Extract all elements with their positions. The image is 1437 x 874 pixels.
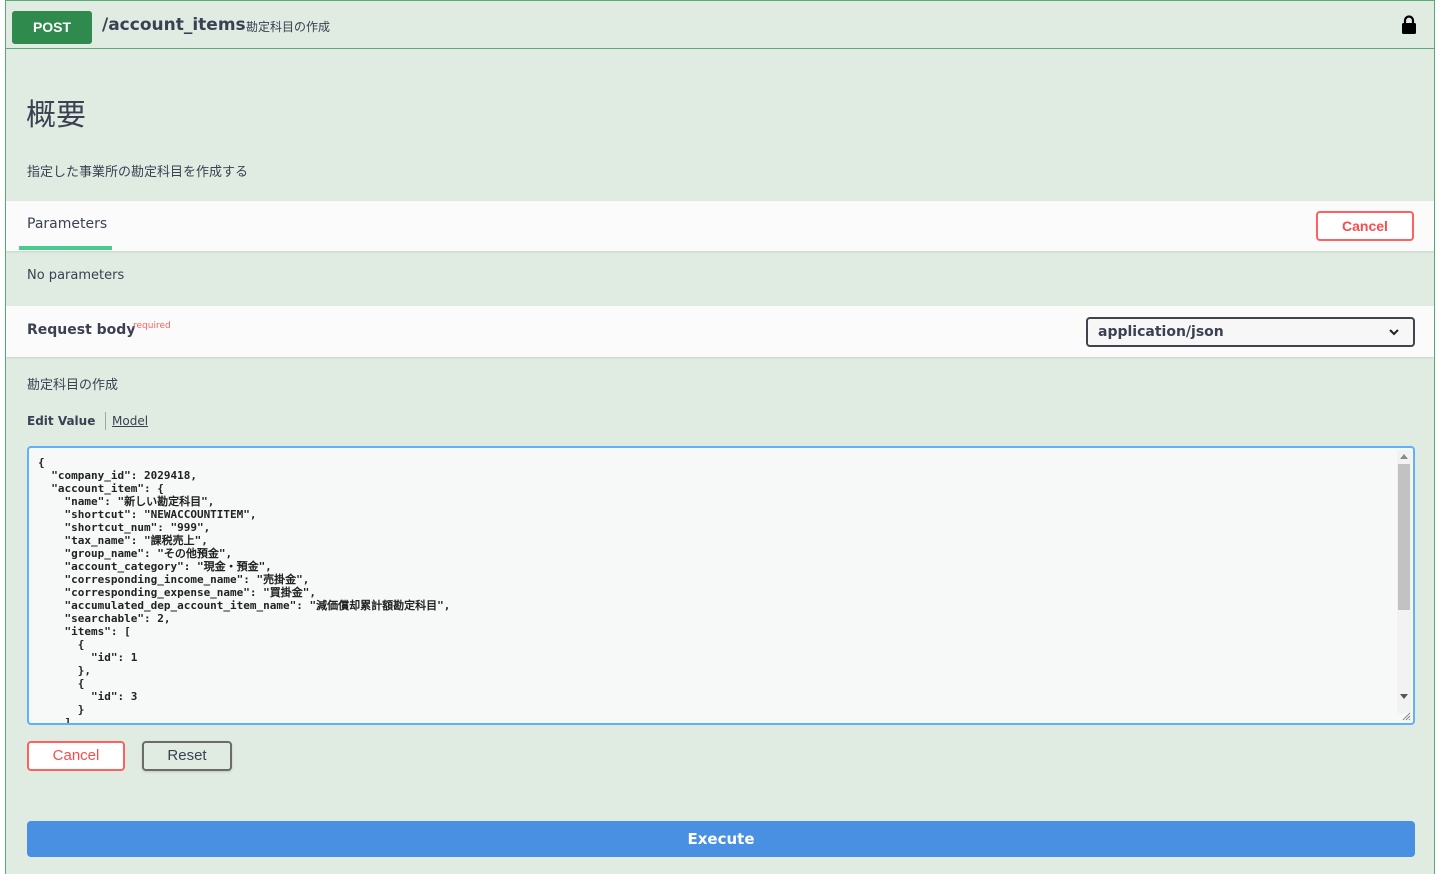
content-type-select[interactable]: application/json (1086, 317, 1415, 347)
tab-edit-value[interactable]: Edit Value (27, 414, 95, 428)
no-parameters-text: No parameters (27, 268, 125, 283)
parameters-header (6, 201, 1434, 251)
tab-active-indicator (19, 246, 112, 250)
execute-button[interactable]: Execute (27, 821, 1415, 857)
tab-divider (105, 412, 106, 430)
scrollbar-thumb[interactable] (1398, 464, 1410, 610)
required-marker: required (133, 321, 171, 331)
request-body-description: 勘定科目の作成 (27, 378, 119, 393)
reset-button[interactable]: Reset (142, 741, 232, 771)
cancel-try-button[interactable]: Cancel (1316, 211, 1414, 241)
operation-block: POST /account_items 勘定科目の作成 概要 指定した事業所の勘… (5, 0, 1435, 874)
tab-model[interactable]: Model (112, 414, 148, 428)
scroll-up-arrow-icon[interactable] (1400, 453, 1408, 459)
cancel-edit-button[interactable]: Cancel (27, 741, 125, 771)
operation-summary-text: 勘定科目の作成 (246, 20, 331, 34)
lock-icon[interactable] (1400, 15, 1418, 35)
scroll-down-arrow-icon[interactable] (1400, 694, 1408, 700)
page-description: 指定した事業所の勘定科目を作成する (27, 165, 249, 180)
request-body-label: Request body (27, 322, 136, 338)
content-type-value: application/json (1098, 324, 1224, 340)
operation-path: /account_items (102, 15, 246, 35)
method-badge: POST (12, 11, 92, 44)
page-title: 概要 (26, 98, 86, 133)
chevron-down-icon (1389, 329, 1399, 336)
resize-handle-icon[interactable] (1401, 711, 1411, 721)
request-body-editor[interactable]: { "company_id": 2029418, "account_item":… (27, 446, 1415, 725)
request-body-textarea[interactable]: { "company_id": 2029418, "account_item":… (38, 456, 1388, 723)
operation-summary[interactable]: POST /account_items 勘定科目の作成 (6, 0, 1434, 49)
tab-parameters[interactable]: Parameters (27, 216, 107, 232)
